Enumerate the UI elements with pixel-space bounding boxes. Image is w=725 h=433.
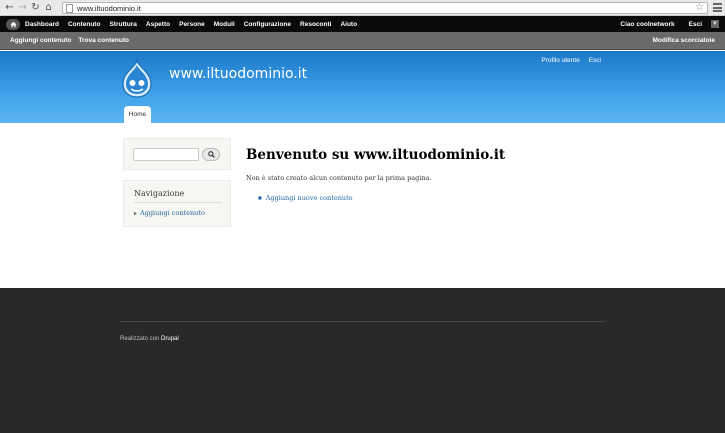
shortcut-find-content[interactable]: Trova contenuto <box>78 37 129 44</box>
toolbar-modules[interactable]: Moduli <box>214 21 235 28</box>
empty-message: Non è stato creato alcun contenuto per l… <box>246 174 432 182</box>
search-input[interactable] <box>133 148 199 161</box>
toolbar-reports[interactable]: Resoconti <box>300 21 331 28</box>
drupal-logo-icon[interactable] <box>121 59 153 99</box>
toolbar-logout[interactable]: Esci <box>689 21 702 28</box>
browser-toolbar: ← → ↻ ⌂ www.iltuodominio.it ☆ <box>0 0 725 16</box>
user-greeting: Ciao coolnetwork <box>620 20 675 28</box>
home-icon[interactable]: ⌂ <box>42 1 55 15</box>
drupal-link[interactable]: Drupal <box>161 336 179 342</box>
toolbar-home-icon[interactable] <box>6 18 20 30</box>
site-header <box>0 51 725 123</box>
site-name[interactable]: www.iltuodominio.it <box>169 66 307 82</box>
page-icon <box>66 3 73 13</box>
tab-home[interactable]: Home <box>124 106 151 123</box>
address-bar[interactable]: www.iltuodominio.it ☆ <box>62 2 708 14</box>
search-button[interactable] <box>202 148 220 161</box>
main-area: Navigazione Aggiungi contenuto Benvenuto… <box>0 123 725 288</box>
url-text: www.iltuodominio.it <box>77 3 141 13</box>
bookmark-star-icon[interactable]: ☆ <box>695 2 704 13</box>
forward-icon[interactable]: → <box>16 1 29 15</box>
toolbar-structure[interactable]: Struttura <box>109 21 136 28</box>
toolbar-dashboard[interactable]: Dashboard <box>25 21 59 28</box>
browser-menu-icon[interactable] <box>713 2 722 13</box>
navigation-title: Navigazione <box>134 189 185 198</box>
search-icon <box>207 151 215 158</box>
toolbar-people[interactable]: Persone <box>179 21 205 28</box>
shortcut-add-content[interactable]: Aggiungi contenuto <box>10 37 71 44</box>
back-icon[interactable]: ← <box>3 1 16 15</box>
toolbar-configuration[interactable]: Configurazione <box>244 21 291 28</box>
reload-icon[interactable]: ↻ <box>29 1 42 15</box>
site-footer: Realizzato con Drupal <box>0 288 725 433</box>
toolbar-appearance[interactable]: Aspetto <box>146 21 170 28</box>
user-profile-link[interactable]: Profilo utente <box>541 57 579 64</box>
nav-add-content-link[interactable]: Aggiungi contenuto <box>134 209 205 217</box>
page-title: Benvenuto su www.iltuodominio.it <box>246 147 506 163</box>
admin-toolbar: Dashboard Contenuto Struttura Aspetto Pe… <box>0 16 725 32</box>
divider <box>134 202 222 203</box>
toolbar-toggle-icon[interactable]: ▼ <box>711 20 719 28</box>
edit-shortcuts-link[interactable]: Modifica scorciatoie <box>653 37 716 44</box>
search-block <box>123 138 231 170</box>
footer-credit: Realizzato con Drupal <box>120 336 179 342</box>
secondary-menu: Profilo utente Esci <box>532 57 601 64</box>
footer-divider <box>120 321 605 322</box>
toolbar-help[interactable]: Aiuto <box>340 21 357 28</box>
add-new-content-link[interactable]: Aggiungi nuovo contenuto <box>258 194 353 202</box>
navigation-block: Navigazione Aggiungi contenuto <box>123 180 231 227</box>
toolbar-content[interactable]: Contenuto <box>68 21 101 28</box>
shortcut-bar: Aggiungi contenuto Trova contenuto Modif… <box>0 32 725 50</box>
user-link[interactable]: coolnetwork <box>636 21 674 28</box>
logout-link[interactable]: Esci <box>589 57 601 64</box>
